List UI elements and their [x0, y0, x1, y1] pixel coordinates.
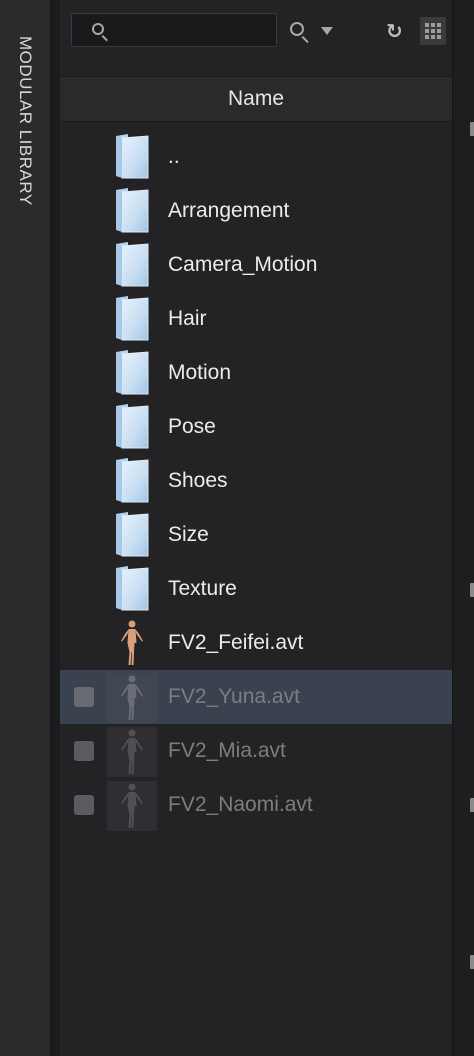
grid-view-button[interactable] [420, 17, 446, 45]
folder-row[interactable]: Size [60, 508, 452, 562]
folder-icon [114, 510, 150, 558]
item-label: FV2_Feifei.avt [168, 631, 304, 654]
item-label: Hair [168, 307, 207, 330]
search-options-button[interactable] [286, 18, 336, 46]
folder-icon [114, 402, 150, 450]
folder-row[interactable]: Motion [60, 346, 452, 400]
folder-icon [114, 564, 150, 612]
item-checkbox[interactable] [74, 687, 94, 707]
item-label: FV2_Yuna.avt [168, 685, 300, 708]
folder-row[interactable]: Texture [60, 562, 452, 616]
collapse-handle-icon[interactable] [470, 122, 474, 136]
folder-icon [114, 240, 150, 288]
side-tab-modular-library[interactable]: MODULAR LIBRARY [15, 36, 35, 206]
item-label: .. [168, 145, 180, 168]
folder-row[interactable]: Shoes [60, 454, 452, 508]
column-header-name[interactable]: Name [60, 76, 452, 122]
item-label: FV2_Naomi.avt [168, 793, 313, 816]
search-input[interactable] [112, 14, 276, 48]
folder-row[interactable]: Camera_Motion [60, 238, 452, 292]
folder-row[interactable]: .. [60, 130, 452, 184]
item-label: Texture [168, 577, 237, 600]
search-options-icon [290, 22, 304, 36]
collapse-handle-icon[interactable] [470, 955, 474, 969]
avatar-icon [107, 673, 157, 723]
folder-icon [114, 132, 150, 180]
folder-row[interactable]: Hair [60, 292, 452, 346]
item-checkbox[interactable] [74, 741, 94, 761]
avatar-icon [107, 618, 157, 668]
collapse-handle-icon[interactable] [470, 798, 474, 812]
item-label: Shoes [168, 469, 228, 492]
avatar-file-row[interactable]: FV2_Naomi.avt [60, 778, 452, 832]
folder-icon [114, 348, 150, 396]
item-label: Pose [168, 415, 216, 438]
modular-library-window: MODULAR LIBRARY ↻ Name .. Arrangement Ca… [0, 0, 474, 1056]
item-label: Camera_Motion [168, 253, 318, 276]
right-scroll-edge [452, 0, 474, 1056]
avatar-file-row[interactable]: FV2_Feifei.avt [60, 616, 452, 670]
toolbar: ↻ [60, 0, 452, 64]
search-icon [92, 23, 104, 35]
library-panel: ↻ Name .. Arrangement Camera_Motion Hair Mot… [60, 0, 452, 1056]
file-list: .. Arrangement Camera_Motion Hair Motion Pose… [60, 130, 452, 832]
collapse-handle-icon[interactable] [470, 583, 474, 597]
refresh-icon[interactable]: ↻ [386, 21, 404, 41]
avatar-file-row[interactable]: FV2_Yuna.avt [60, 670, 452, 724]
item-label: FV2_Mia.avt [168, 739, 286, 762]
item-label: Size [168, 523, 209, 546]
folder-icon [114, 186, 150, 234]
search-box[interactable] [71, 13, 277, 48]
folder-row[interactable]: Pose [60, 400, 452, 454]
grid-view-icon [425, 23, 441, 39]
item-label: Motion [168, 361, 232, 384]
avatar-icon [107, 781, 157, 831]
panel-gutter [51, 0, 60, 1056]
folder-icon [114, 456, 150, 504]
item-checkbox[interactable] [74, 795, 94, 815]
avatar-file-row[interactable]: FV2_Mia.avt [60, 724, 452, 778]
avatar-icon [107, 727, 157, 777]
side-tab-strip: MODULAR LIBRARY [0, 0, 51, 1056]
chevron-down-icon [321, 27, 333, 35]
folder-row[interactable]: Arrangement [60, 184, 452, 238]
folder-icon [114, 294, 150, 342]
item-label: Arrangement [168, 199, 290, 222]
